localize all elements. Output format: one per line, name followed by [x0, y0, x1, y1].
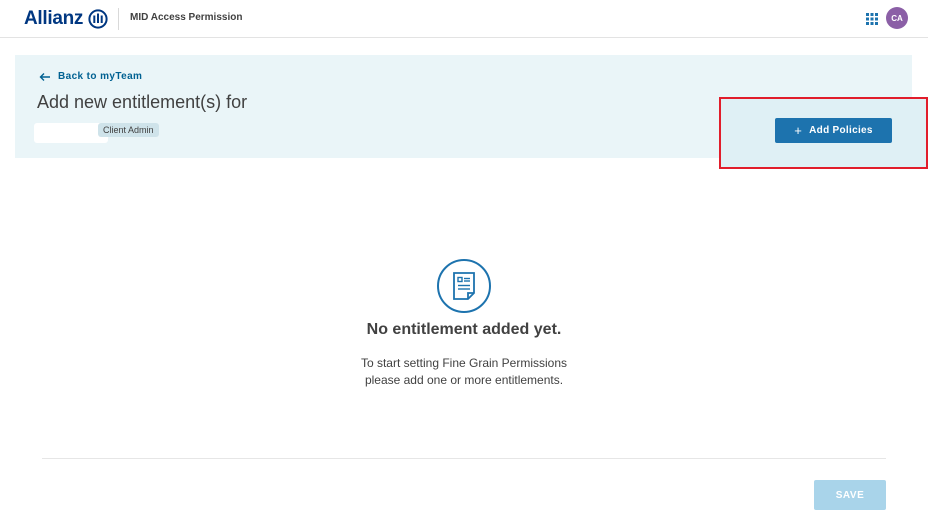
- empty-state-title: No entitlement added yet.: [366, 321, 562, 338]
- document-icon-glyph: [453, 272, 475, 300]
- page-title: Add new entitlement(s) for: [37, 92, 248, 112]
- empty-state-text-line-1: To start setting Fine Grain Permissions: [360, 356, 568, 370]
- allianz-eagle-icon: [88, 9, 108, 29]
- app-title: MID Access Permission: [130, 12, 243, 23]
- save-button[interactable]: SAVE: [814, 480, 886, 510]
- document-list-icon: [437, 259, 491, 313]
- logo-text: Allianz: [24, 8, 84, 29]
- arrow-left-icon: [39, 72, 50, 81]
- grid-apps-icon[interactable]: [866, 13, 878, 25]
- role-badge: Client Admin: [98, 123, 159, 137]
- plus-icon: +: [794, 123, 803, 138]
- back-to-myteam-link[interactable]: Back to myTeam: [39, 71, 142, 82]
- back-link-label: Back to myTeam: [58, 71, 143, 82]
- empty-state-text-line-2: please add one or more entitlements.: [364, 373, 564, 387]
- top-bar: Allianz MID Access Permission CA: [0, 0, 928, 38]
- header-divider: [118, 8, 119, 30]
- redacted-user-name: [34, 123, 108, 143]
- add-policies-button[interactable]: + Add Policies: [775, 118, 892, 143]
- footer-divider: [42, 458, 886, 459]
- user-avatar[interactable]: CA: [886, 7, 908, 29]
- allianz-logo[interactable]: Allianz: [24, 8, 108, 30]
- add-policies-label: Add Policies: [809, 125, 873, 136]
